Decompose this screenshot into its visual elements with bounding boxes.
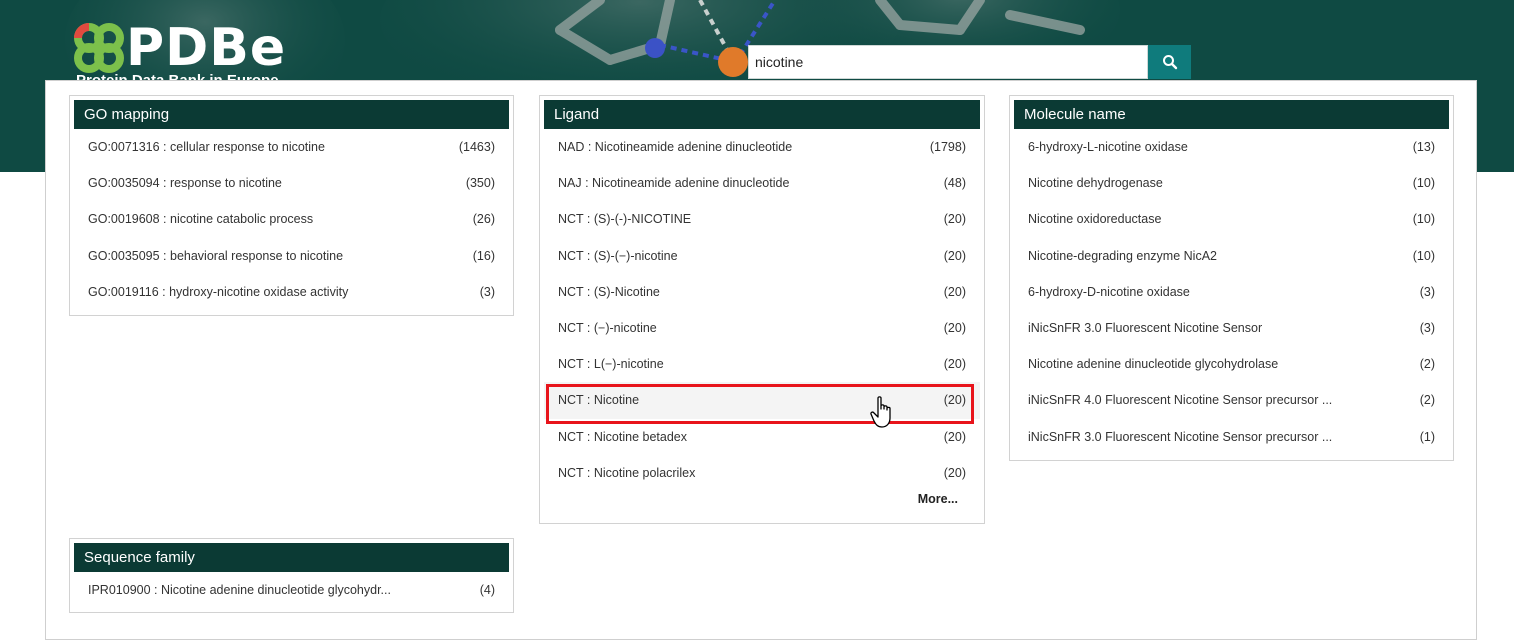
list-item[interactable]: GO:0035095 : behavioral response to nico… [74,238,509,274]
item-count: (2) [1419,357,1435,372]
item-count: (1463) [458,140,495,155]
item-count: (48) [943,176,966,191]
item-label: Nicotine dehydrogenase [1028,176,1163,191]
list-item[interactable]: iNicSnFR 4.0 Fluorescent Nicotine Sensor… [1014,382,1449,418]
list-item[interactable]: NCT : (S)-(-)-NICOTINE (20) [544,201,980,237]
item-count: (20) [943,393,966,408]
list-item[interactable]: NCT : L(−)-nicotine (20) [544,346,980,382]
ligand-card: Ligand NAD : Nicotineamide adenine dinuc… [539,95,985,524]
list-item[interactable]: NCT : Nicotine polacrilex (20) [544,455,980,491]
go-mapping-list: GO:0071316 : cellular response to nicoti… [74,129,509,310]
item-label: Nicotine adenine dinucleotide glycohydro… [1028,357,1279,372]
item-count: (20) [943,465,966,480]
item-count: (1798) [929,140,966,155]
item-count: (20) [943,429,966,444]
item-count: (10) [1412,248,1435,263]
list-item[interactable]: GO:0071316 : cellular response to nicoti… [74,129,509,165]
autocomplete-results-panel: GO mapping GO:0071316 : cellular respons… [45,80,1477,640]
list-item[interactable]: NCT : Nicotine betadex (20) [544,419,980,455]
item-label: GO:0035094 : response to nicotine [88,176,282,191]
item-label: NCT : L(−)-nicotine [558,357,664,372]
list-item-selected[interactable]: NCT : Nicotine (20) [544,382,980,419]
sequence-family-card: Sequence family IPR010900 : Nicotine ade… [69,538,514,613]
item-count: (20) [943,321,966,336]
item-label: GO:0035095 : behavioral response to nico… [88,248,344,263]
item-label: NCT : (S)-(−)-nicotine [558,248,678,263]
item-count: (10) [1412,212,1435,227]
item-label: GO:0071316 : cellular response to nicoti… [88,140,325,155]
item-label: NCT : Nicotine [558,393,640,408]
list-item[interactable]: GO:0019116 : hydroxy-nicotine oxidase ac… [74,274,509,310]
hand-cursor-icon [870,396,891,428]
go-mapping-card: GO mapping GO:0071316 : cellular respons… [69,95,514,316]
list-item[interactable]: Nicotine-degrading enzyme NicA2 (10) [1014,238,1449,274]
item-count: (20) [943,357,966,372]
ligand-title: Ligand [544,100,980,129]
item-count: (20) [943,248,966,263]
item-label: GO:0019608 : nicotine catabolic process [88,212,314,227]
item-label: NAJ : Nicotineamide adenine dinucleotide [558,176,790,191]
list-item[interactable]: iNicSnFR 3.0 Fluorescent Nicotine Sensor… [1014,419,1449,455]
item-label: 6-hydroxy-D-nicotine oxidase [1028,284,1190,299]
search-input[interactable] [748,45,1148,79]
item-label: iNicSnFR 3.0 Fluorescent Nicotine Sensor… [1028,429,1333,444]
list-item[interactable]: NCT : (S)-Nicotine (20) [544,274,980,310]
item-count: (20) [943,284,966,299]
sequence-family-list: IPR010900 : Nicotine adenine dinucleotid… [74,572,509,608]
go-mapping-title: GO mapping [74,100,509,129]
list-item[interactable]: NCT : (S)-(−)-nicotine (20) [544,238,980,274]
list-item[interactable]: NAJ : Nicotineamide adenine dinucleotide… [544,165,980,201]
pdbe-logo[interactable]: PDBe [74,20,286,76]
item-count: (20) [943,212,966,227]
item-count: (3) [1419,321,1435,336]
molecule-name-list: 6-hydroxy-L-nicotine oxidase (13) Nicotin… [1014,129,1449,455]
item-label: Nicotine oxidoreductase [1028,212,1162,227]
search-icon [1162,55,1177,70]
list-item[interactable]: Nicotine dehydrogenase (10) [1014,165,1449,201]
item-label: Nicotine-degrading enzyme NicA2 [1028,248,1217,263]
list-item[interactable]: GO:0035094 : response to nicotine (350) [74,165,509,201]
item-count: (10) [1412,176,1435,191]
list-item[interactable]: 6-hydroxy-D-nicotine oxidase (3) [1014,274,1449,310]
list-item[interactable]: NCT : (−)-nicotine (20) [544,310,980,346]
item-count: (3) [479,284,495,299]
item-label: iNicSnFR 4.0 Fluorescent Nicotine Sensor… [1028,393,1333,408]
molecule-name-card: Molecule name 6-hydroxy-L-nicotine oxida… [1009,95,1454,461]
list-item[interactable]: NAD : Nicotineamide adenine dinucleotide… [544,129,980,165]
item-count: (4) [479,583,495,598]
list-item[interactable]: GO:0019608 : nicotine catabolic process (… [74,201,509,237]
item-count: (26) [472,212,495,227]
item-count: (16) [472,248,495,263]
pdbe-logo-icon [74,23,124,73]
molecule-name-title: Molecule name [1014,100,1449,129]
list-item[interactable]: iNicSnFR 3.0 Fluorescent Nicotine Sensor… [1014,310,1449,346]
item-label: NCT : Nicotine betadex [558,429,687,444]
list-item[interactable]: 6-hydroxy-L-nicotine oxidase (13) [1014,129,1449,165]
search-button[interactable] [1148,45,1191,79]
item-count: (3) [1419,284,1435,299]
item-label: NCT : Nicotine polacrilex [558,465,696,480]
item-count: (1) [1419,429,1435,444]
list-item[interactable]: IPR010900 : Nicotine adenine dinucleotid… [74,572,509,608]
item-label: NCT : (−)-nicotine [558,321,657,336]
item-count: (2) [1419,393,1435,408]
item-label: GO:0019116 : hydroxy-nicotine oxidase ac… [88,284,349,299]
item-count: (13) [1412,140,1435,155]
item-label: NCT : (S)-Nicotine [558,284,660,299]
item-label: NAD : Nicotineamide adenine dinucleotide [558,140,793,155]
item-label: 6-hydroxy-L-nicotine oxidase [1028,140,1188,155]
ligand-list: NAD : Nicotineamide adenine dinucleotide… [544,129,980,491]
item-label: NCT : (S)-(-)-NICOTINE [558,212,692,227]
sequence-family-title: Sequence family [74,543,509,572]
item-count: (350) [465,176,495,191]
item-label: IPR010900 : Nicotine adenine dinucleotid… [88,583,391,598]
logo-text: PDBe [126,18,287,78]
list-item[interactable]: Nicotine adenine dinucleotide glycohydro… [1014,346,1449,382]
more-link[interactable]: More... [544,492,980,506]
list-item[interactable]: Nicotine oxidoreductase (10) [1014,201,1449,237]
item-label: iNicSnFR 3.0 Fluorescent Nicotine Sensor [1028,321,1263,336]
